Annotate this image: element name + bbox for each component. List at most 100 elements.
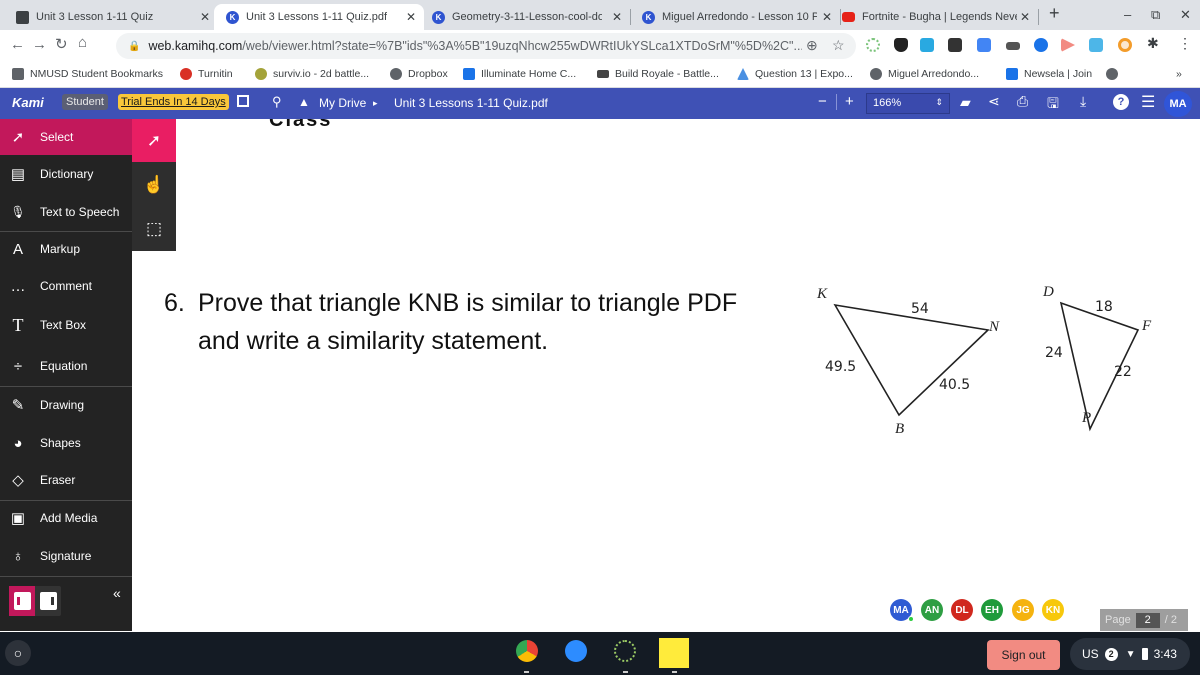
tool-eraser[interactable]: ◇ Eraser bbox=[0, 462, 132, 498]
tab-miguel-lesson10[interactable]: K Miguel Arredondo - Lesson 10 P ✕ bbox=[630, 4, 841, 30]
bookmark-surviv[interactable]: surviv.io - 2d battle... bbox=[255, 68, 369, 80]
chrome-app-icon[interactable] bbox=[516, 640, 538, 662]
print-icon[interactable]: ⎙ bbox=[1017, 93, 1028, 110]
tool-shapes[interactable]: ◕ Shapes bbox=[0, 425, 132, 461]
tool-select[interactable]: ➚ Select bbox=[0, 119, 132, 155]
restore-button[interactable]: ⧉ bbox=[1151, 7, 1160, 23]
download-icon[interactable]: ⤓ bbox=[1080, 93, 1086, 110]
subtool-select[interactable]: ➚ bbox=[132, 119, 176, 162]
bookmark-miguel[interactable]: Miguel Arredondo... bbox=[870, 68, 979, 80]
desmos-icon bbox=[737, 68, 749, 80]
help-icon[interactable]: ? bbox=[1113, 94, 1129, 110]
save-icon[interactable]: 🖫 bbox=[1047, 93, 1059, 117]
kami-icon: K bbox=[642, 10, 655, 24]
tool-add-media[interactable]: ▣ Add Media bbox=[0, 500, 132, 536]
collaborator-avatar[interactable]: DL bbox=[951, 599, 973, 621]
cloud-extension-icon[interactable] bbox=[1089, 38, 1103, 52]
tool-markup[interactable]: A Markup bbox=[0, 231, 132, 267]
address-bar[interactable]: 🔒 web.kamihq.com/web/viewer.html?state=%… bbox=[116, 33, 856, 59]
share-icon[interactable]: ⋖ bbox=[988, 93, 1000, 110]
reload-button[interactable]: ↻ bbox=[55, 35, 68, 53]
close-tab-icon[interactable]: ✕ bbox=[200, 10, 210, 24]
collaborator-avatar[interactable]: JG bbox=[1012, 599, 1034, 621]
tool-signature[interactable]: ♁ Signature bbox=[0, 538, 132, 574]
home-button[interactable]: ⌂ bbox=[78, 34, 87, 51]
back-button[interactable]: ← bbox=[10, 36, 25, 53]
sign-out-button[interactable]: Sign out bbox=[987, 640, 1060, 670]
chrome-menu-icon[interactable]: ⋮ bbox=[1178, 35, 1192, 52]
bookmark-globe[interactable] bbox=[1106, 68, 1124, 80]
bookmark-turnitin[interactable]: Turnitin bbox=[180, 68, 233, 80]
extensions-puzzle-icon[interactable]: ✱ bbox=[1147, 35, 1159, 52]
page-number-input[interactable]: 2 bbox=[1135, 612, 1160, 628]
tool-drawing[interactable]: ✎ Drawing bbox=[0, 387, 132, 423]
bookmark-build-royale[interactable]: Build Royale - Battle... bbox=[597, 68, 719, 80]
bookmark-illuminate[interactable]: Illuminate Home C... bbox=[463, 68, 576, 80]
forward-button[interactable]: → bbox=[32, 36, 47, 53]
zoom-out-button[interactable]: − bbox=[818, 93, 827, 110]
tool-text-box[interactable]: T Text Box bbox=[0, 307, 132, 343]
bookmark-star-icon[interactable]: ☆ bbox=[832, 37, 845, 54]
tab-fortnite-video[interactable]: Fortnite - Bugha | Legends Neve ✕ bbox=[830, 4, 1039, 30]
bookmark-dropbox[interactable]: Dropbox bbox=[390, 68, 448, 80]
collaborator-avatar[interactable]: KN bbox=[1042, 599, 1064, 621]
minimize-button[interactable]: – bbox=[1124, 7, 1131, 22]
new-tab-button[interactable]: + bbox=[1049, 3, 1060, 24]
loading-extension-icon[interactable] bbox=[866, 38, 880, 52]
install-app-icon[interactable]: ⊕ bbox=[806, 37, 818, 54]
bookmark-newsela[interactable]: Newsela | Join bbox=[1006, 68, 1092, 80]
user-avatar[interactable]: MA bbox=[1164, 91, 1192, 117]
zoom-level-select[interactable]: 166% ⇕ bbox=[866, 93, 950, 114]
swap-arrows-extension-icon[interactable] bbox=[920, 38, 934, 52]
sidebar-toggle-icon[interactable] bbox=[237, 95, 249, 107]
launcher-circle-icon: ○ bbox=[13, 645, 23, 661]
tool-dictionary[interactable]: ▤ Dictionary bbox=[0, 156, 132, 192]
collaborator-avatar[interactable]: EH bbox=[981, 599, 1003, 621]
tab-geometry-cool-down[interactable]: K Geometry-3-11-Lesson-cool-dow ✕ bbox=[420, 4, 631, 30]
loading-app-icon[interactable] bbox=[614, 640, 636, 662]
collaborator-avatar[interactable]: AN bbox=[921, 599, 943, 621]
tool-equation[interactable]: ÷ Equation bbox=[0, 348, 132, 384]
zoom-app-icon[interactable] bbox=[565, 640, 587, 662]
trial-badge[interactable]: Trial Ends In 14 Days bbox=[118, 94, 229, 110]
close-tab-icon[interactable]: ✕ bbox=[612, 10, 622, 24]
breadcrumb-my-drive[interactable]: My Drive bbox=[319, 96, 366, 110]
security-extension-icon[interactable] bbox=[1034, 38, 1048, 52]
dinosaur-extension-icon[interactable] bbox=[1006, 42, 1020, 50]
bookmark-question13[interactable]: Question 13 | Expo... bbox=[737, 68, 853, 80]
tool-comment[interactable]: … Comment bbox=[0, 268, 132, 304]
tool-text-to-speech[interactable]: 🎙 Text to Speech bbox=[0, 194, 132, 230]
system-tray[interactable]: US 2 ▼ 3:43 bbox=[1070, 638, 1190, 670]
bookmark-nmusd-folder[interactable]: NMUSD Student Bookmarks bbox=[12, 68, 163, 80]
close-window-button[interactable]: ✕ bbox=[1180, 7, 1191, 23]
bookmarks-overflow-button[interactable]: » bbox=[1176, 68, 1182, 80]
collapse-sidebar-button[interactable]: « bbox=[113, 585, 121, 601]
screencast-extension-icon[interactable] bbox=[1061, 38, 1075, 52]
google-translate-icon[interactable] bbox=[977, 38, 991, 52]
zoom-in-button[interactable]: + bbox=[845, 93, 854, 110]
launcher-button[interactable]: ○ bbox=[5, 640, 31, 666]
close-tab-icon[interactable]: ✕ bbox=[1020, 10, 1030, 24]
page-indicator: Page 2 / 2 bbox=[1100, 609, 1188, 631]
layout-left-button[interactable] bbox=[9, 586, 35, 616]
search-icon[interactable]: ⚲ bbox=[272, 94, 282, 110]
pdf-page: Class 6. Prove that triangle KNB is simi… bbox=[132, 119, 1200, 631]
vertex-b: B bbox=[895, 421, 905, 437]
egg-extension-icon[interactable] bbox=[1118, 38, 1132, 52]
open-folder-icon[interactable]: ▰ bbox=[960, 94, 971, 111]
tab-unit3-quiz[interactable]: Unit 3 Lesson 1-11 Quiz ✕ bbox=[4, 4, 218, 30]
subtool-pan[interactable]: ☝ bbox=[132, 163, 176, 206]
tab-quiz-pdf[interactable]: K Unit 3 Lessons 1-11 Quiz.pdf ✕ bbox=[214, 4, 424, 30]
side-fp-label: 22 bbox=[1114, 364, 1132, 380]
radiation-app-icon[interactable] bbox=[659, 638, 689, 668]
shield-check-extension-icon[interactable] bbox=[894, 38, 908, 52]
brush-icon: ✎ bbox=[11, 397, 25, 414]
side-kb-label: 49.5 bbox=[825, 359, 857, 375]
close-tab-icon[interactable]: ✕ bbox=[406, 10, 416, 24]
gamer-extension-icon[interactable] bbox=[948, 38, 962, 52]
layout-right-button[interactable] bbox=[35, 586, 61, 616]
cursor-arrow-icon: ➚ bbox=[146, 130, 162, 150]
menu-icon[interactable]: ☰ bbox=[1141, 92, 1155, 112]
role-badge: Student bbox=[62, 94, 108, 110]
subtool-marquee[interactable]: ⬚ bbox=[132, 207, 176, 250]
